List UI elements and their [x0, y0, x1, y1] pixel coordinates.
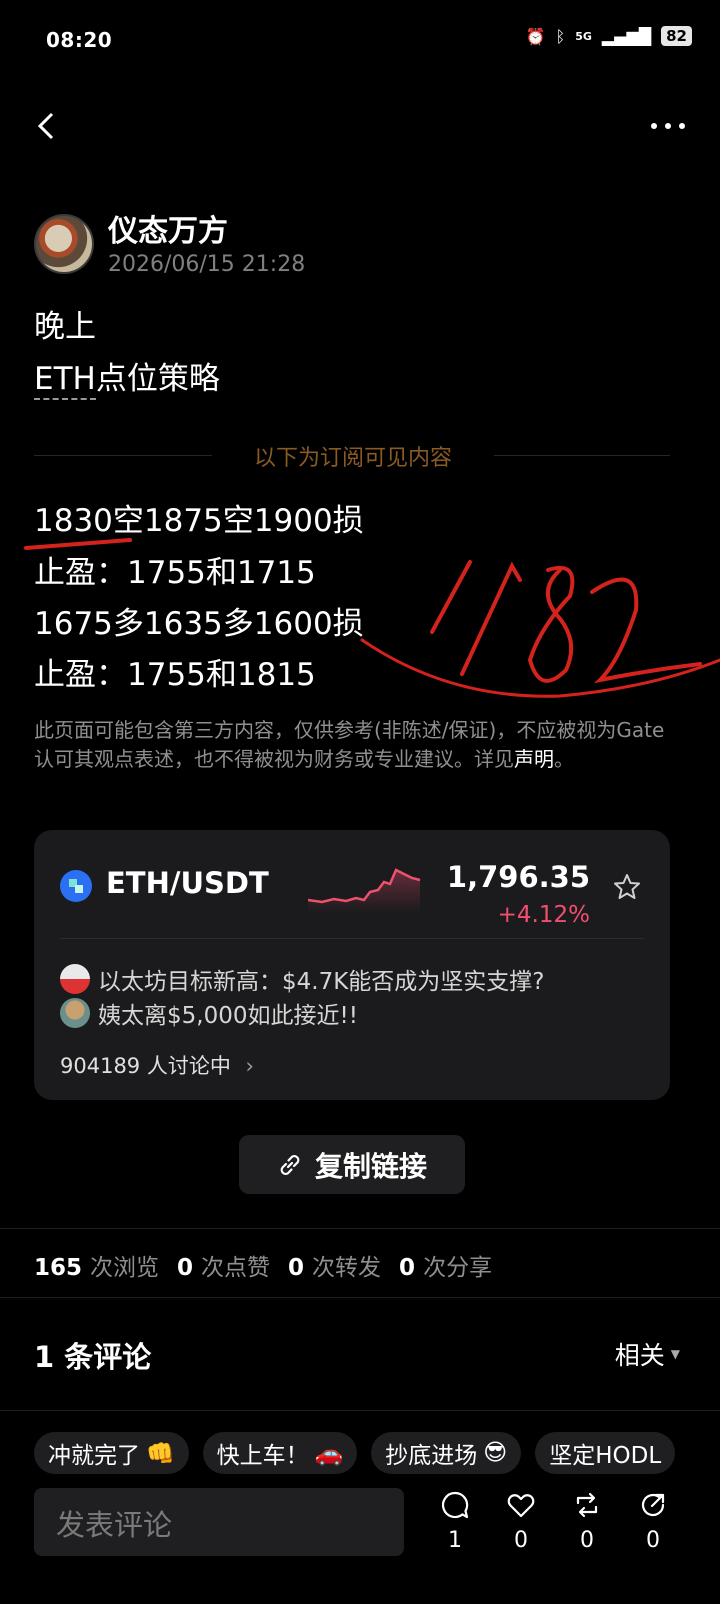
battery-icon: 82: [661, 26, 692, 46]
post-strategy-line: 1830空1875空1900损: [34, 503, 364, 539]
repost-count: 0: [580, 1528, 594, 1553]
post-strategy-line: 1675多1635多1600损: [34, 606, 364, 642]
topic-icon: [60, 998, 90, 1028]
link-icon: [280, 1154, 300, 1175]
likes-count: 0: [177, 1255, 194, 1281]
post-line-2-text: 点位策略: [95, 361, 220, 397]
divider: [60, 938, 644, 939]
copy-link-label: 复制链接: [314, 1149, 427, 1183]
market-pair[interactable]: ETH/USDT: [106, 866, 269, 900]
eth-coin-icon: [60, 870, 92, 902]
discussing-link[interactable]: 904189 人讨论中 ›: [60, 1050, 254, 1080]
bluetooth-icon: ᛒ: [555, 26, 566, 46]
price-sparkline: [308, 868, 421, 912]
comment-sort-dropdown[interactable]: 相关 ▼: [615, 1336, 680, 1372]
divider: [494, 455, 670, 456]
reposts-label: 次转发: [312, 1255, 382, 1281]
topic-title: 姨太离$5,000如此接近!!: [98, 1003, 358, 1029]
chip-label: 坚定HODL: [549, 1443, 662, 1469]
disclaimer: 此页面可能包含第三方内容，仅供参考(非陈述/保证)，不应被视为Gate认可其观点…: [34, 716, 674, 774]
divider: [0, 1410, 720, 1411]
quick-reply-chip[interactable]: 坚定HODL: [535, 1432, 676, 1474]
author-name[interactable]: 仪态万方: [108, 206, 228, 250]
shares-label: 次分享: [423, 1255, 493, 1281]
share-count: 0: [646, 1528, 660, 1553]
subscribe-divider-label: 以下为订阅可见内容: [253, 446, 452, 471]
comment-count: 1: [448, 1528, 462, 1553]
divider: [0, 1228, 720, 1229]
topic-icon: [60, 964, 90, 994]
like-action[interactable]: 0: [498, 1490, 544, 1553]
caret-down-icon: ▼: [670, 1347, 680, 1361]
quick-reply-chip[interactable]: 快上车！ 🚗: [202, 1432, 358, 1474]
post-strategy-line: 止盈：1755和1815: [34, 657, 316, 693]
alarm-icon: ⏰: [525, 26, 546, 46]
like-count: 0: [514, 1528, 528, 1553]
back-icon[interactable]: [30, 108, 66, 144]
chip-label: 快上车！: [216, 1443, 309, 1469]
quick-reply-chips: 冲就完了 👊 快上车！ 🚗 抄底进场 😎 坚定HODL: [34, 1432, 676, 1474]
shares-count: 0: [399, 1255, 416, 1281]
post-line-1: 晚上: [34, 309, 96, 345]
post-stats: 165 次浏览 0 次点赞 0 次转发 0 次分享: [34, 1248, 510, 1282]
topic-title: 以太坊目标新高：$4.7K能否成为坚实支撑?: [98, 969, 545, 995]
views-label: 次浏览: [90, 1255, 160, 1281]
chevron-right-icon: ›: [245, 1054, 254, 1078]
avatar[interactable]: [34, 214, 94, 274]
sunglasses-icon: 😎: [483, 1440, 508, 1466]
topic-item[interactable]: 姨太离$5,000如此接近!!: [60, 996, 358, 1030]
divider: [34, 455, 212, 456]
share-icon: [641, 1493, 665, 1517]
more-icon[interactable]: [648, 116, 688, 136]
reposts-count: 0: [288, 1255, 305, 1281]
quick-reply-chip[interactable]: 冲就完了 👊: [34, 1432, 189, 1474]
repost-action[interactable]: 0: [564, 1490, 610, 1553]
topic-item[interactable]: 以太坊目标新高：$4.7K能否成为坚实支撑?: [60, 962, 545, 996]
car-icon: 🚗: [314, 1440, 344, 1467]
fist-icon: 👊: [146, 1440, 175, 1467]
likes-label: 次点赞: [201, 1255, 271, 1281]
post-line-2: ETH点位策略: [34, 352, 220, 406]
repost-icon: [576, 1492, 598, 1518]
star-icon[interactable]: [612, 872, 642, 902]
comment-input[interactable]: 发表评论: [34, 1488, 404, 1556]
eth-tag[interactable]: ETH: [34, 361, 96, 400]
views-count: 165: [34, 1255, 83, 1281]
quick-reply-chip[interactable]: 抄底进场 😎: [371, 1432, 522, 1474]
market-change: +4.12%: [497, 902, 590, 928]
network-label: 5G: [575, 29, 592, 43]
chip-label: 冲就完了: [48, 1443, 140, 1469]
divider: [0, 1297, 720, 1298]
signal-icon: ▂▄▆█: [601, 26, 652, 46]
post-strategy-line: 止盈：1755和1715: [34, 555, 316, 591]
disclaimer-end: 。: [554, 747, 574, 771]
disclaimer-link[interactable]: 声明: [514, 747, 554, 771]
share-action[interactable]: 0: [630, 1490, 676, 1553]
market-price: 1,796.35: [446, 860, 590, 894]
comment-icon: [441, 1491, 469, 1519]
comments-title: 1 条评论: [34, 1340, 152, 1374]
chip-label: 抄底进场: [385, 1443, 478, 1469]
sort-label: 相关: [614, 1341, 665, 1370]
post-date: 2026/06/15 21:28: [108, 252, 306, 277]
heart-icon: [507, 1494, 535, 1518]
discussing-count: 904189 人讨论中: [60, 1054, 231, 1078]
copy-link-button[interactable]: 复制链接: [239, 1135, 465, 1194]
status-time: 08:20: [46, 28, 113, 52]
status-icons: ⏰ ᛒ 5G ▂▄▆█ 82: [526, 26, 692, 46]
comment-action[interactable]: 1: [432, 1490, 478, 1553]
